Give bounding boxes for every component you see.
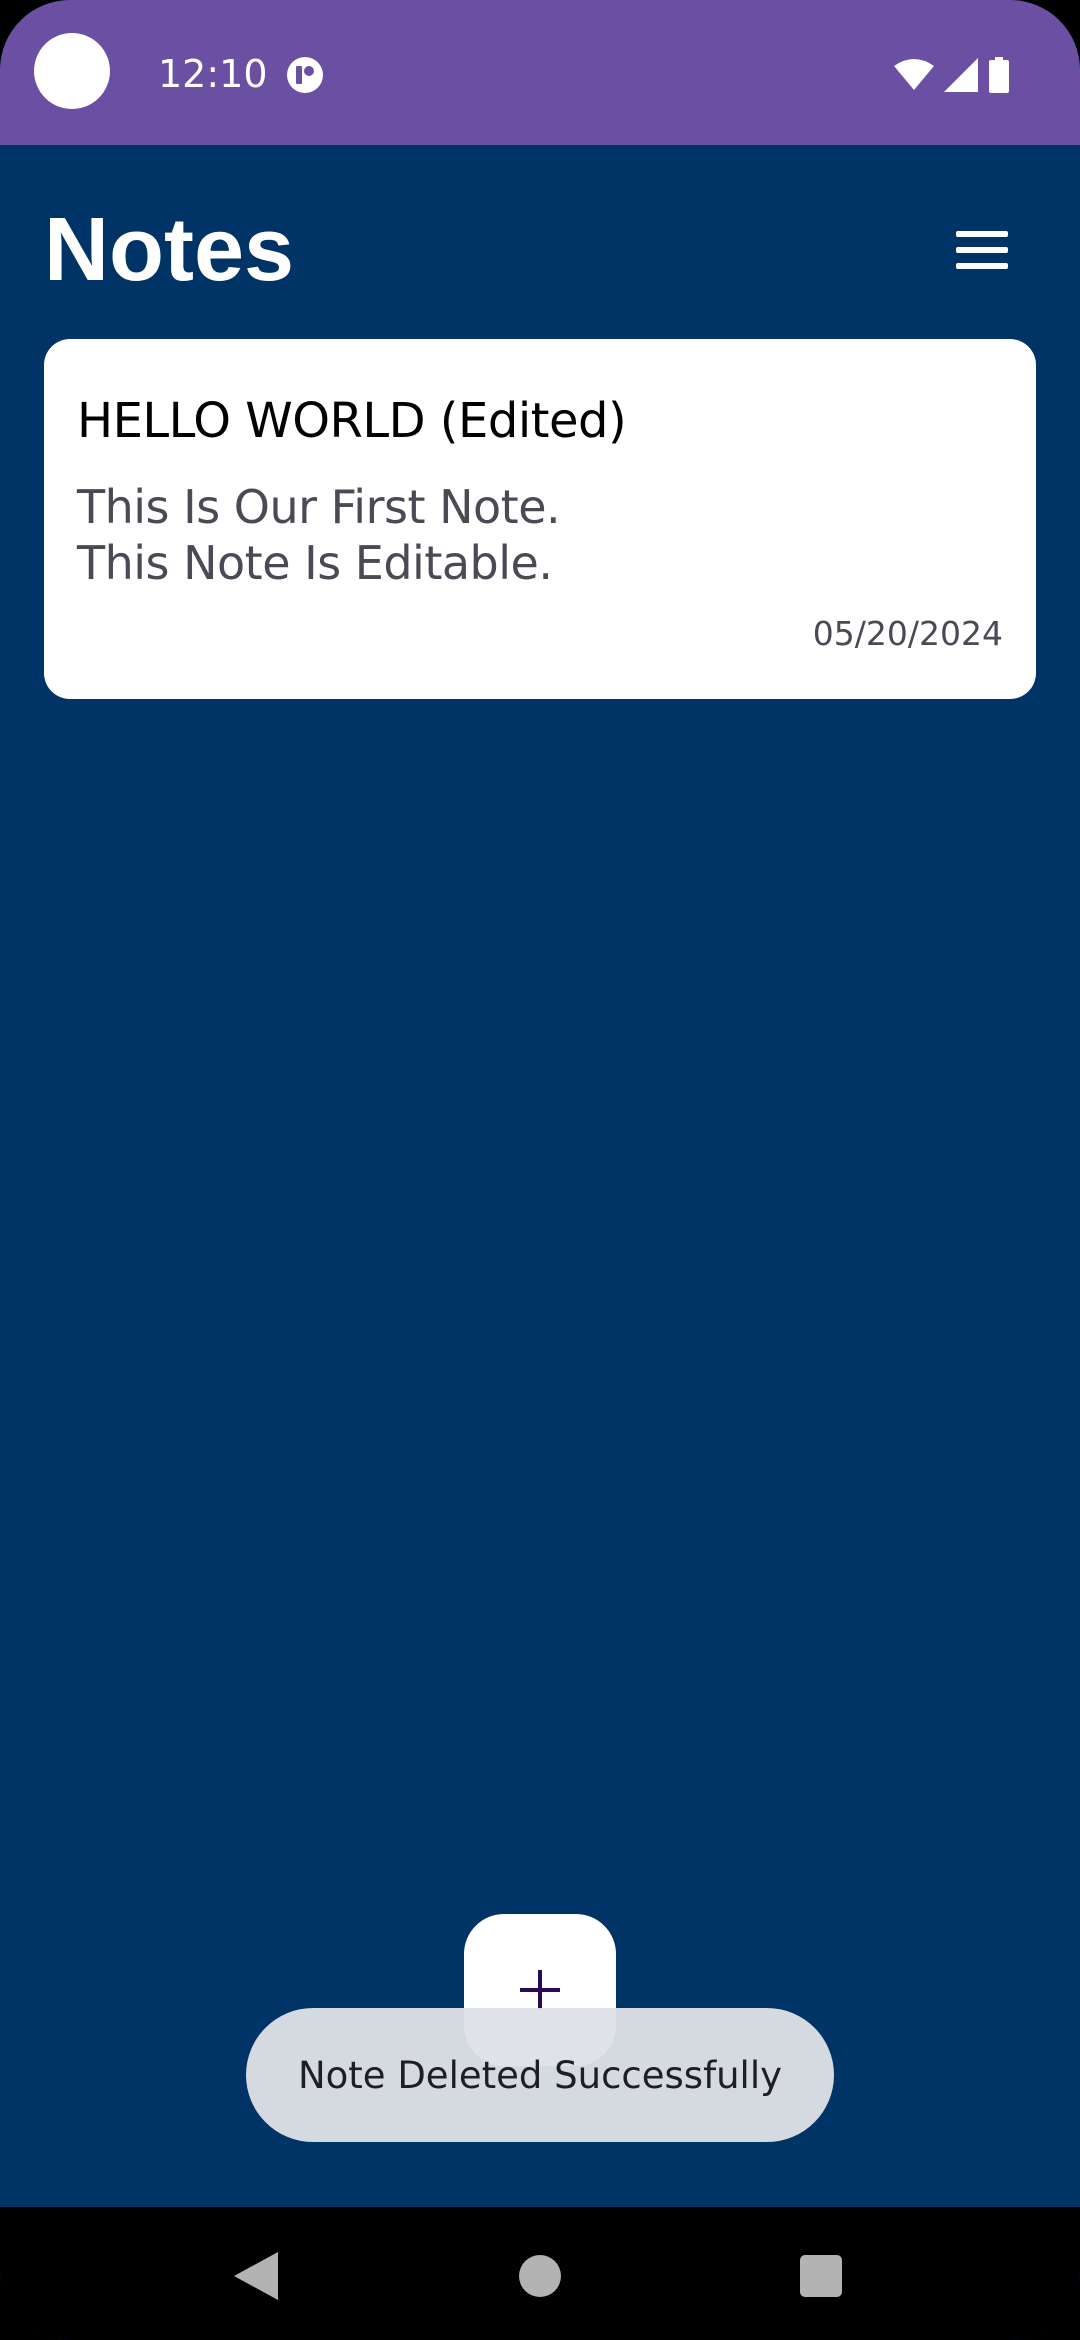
- app-notification-icon: [287, 57, 323, 93]
- hamburger-menu-icon[interactable]: [956, 220, 1016, 280]
- status-time: 12:10: [158, 52, 268, 96]
- signal-icon: [944, 58, 978, 92]
- note-card[interactable]: HELLO WORLD (Edited) This Is Our First N…: [44, 339, 1036, 699]
- home-icon[interactable]: [519, 2255, 561, 2297]
- system-nav-bar: [0, 2207, 1080, 2340]
- note-body-line: This Is Our First Note.: [77, 480, 561, 534]
- toast-message: Note Deleted Successfully: [246, 2008, 834, 2142]
- note-title: HELLO WORLD (Edited): [77, 393, 627, 449]
- notes-screen: 12:10 Notes HELLO WORLD (Edited) This Is…: [0, 0, 1080, 2340]
- note-body: This Is Our First Note. This Note Is Edi…: [77, 479, 561, 591]
- note-date: 05/20/2024: [812, 614, 1003, 653]
- camera-cutout: [34, 33, 110, 109]
- note-body-line: This Note Is Editable.: [77, 536, 553, 590]
- app-header: Notes: [44, 200, 1036, 300]
- page-title: Notes: [44, 200, 295, 300]
- wifi-icon: [894, 59, 934, 90]
- plus-icon: [520, 1970, 560, 2010]
- battery-icon: [989, 57, 1009, 93]
- recents-icon[interactable]: [800, 2255, 842, 2297]
- status-bar: 12:10: [0, 0, 1080, 145]
- status-icons: [894, 55, 1010, 95]
- back-icon[interactable]: [234, 2252, 278, 2300]
